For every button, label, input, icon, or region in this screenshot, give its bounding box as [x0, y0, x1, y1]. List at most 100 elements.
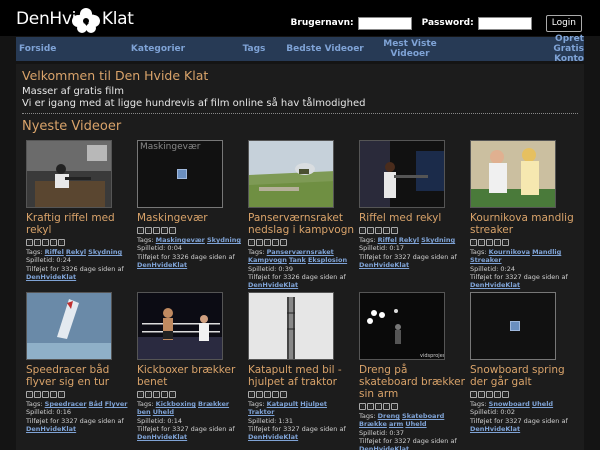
nav-item-tags[interactable]: Tags	[238, 44, 270, 54]
uploader-link[interactable]: DenHvideKlat	[470, 425, 576, 433]
star-icon[interactable]: ☆	[502, 239, 509, 246]
star-icon[interactable]: ☆	[248, 391, 255, 398]
star-icon[interactable]: ☆	[248, 239, 255, 246]
video-title-link[interactable]: Maskingevær	[137, 212, 247, 224]
tag-link[interactable]: Uheld	[532, 400, 553, 408]
tag-link[interactable]: Kickboxing	[156, 400, 196, 408]
tag-link[interactable]: Skydning	[88, 248, 122, 256]
star-icon[interactable]: ☆	[145, 227, 152, 234]
tag-link[interactable]: Maskingevær	[156, 236, 205, 244]
rating-stars[interactable]: ☆ ☆ ☆ ☆ ☆	[470, 239, 576, 247]
video-thumbnail[interactable]	[248, 140, 334, 208]
star-icon[interactable]: ☆	[50, 239, 57, 246]
tag-link[interactable]: Kournikova	[489, 248, 530, 256]
video-title-link[interactable]: Kraftig riffel med rekyl	[26, 212, 136, 236]
nav-item-forside[interactable]: Forside	[16, 44, 78, 54]
video-title-link[interactable]: Speedracer båd flyver sig en tur	[26, 364, 136, 388]
video-title-link[interactable]: Dreng på skateboard brækker sin arm	[359, 364, 469, 400]
star-icon[interactable]: ☆	[264, 239, 271, 246]
rating-stars[interactable]: ☆ ☆ ☆ ☆ ☆	[26, 239, 132, 247]
star-icon[interactable]: ☆	[470, 391, 477, 398]
nav-item-kategorier[interactable]: Kategorier	[78, 44, 238, 54]
star-icon[interactable]: ☆	[280, 239, 287, 246]
uploader-link[interactable]: DenHvideKlat	[359, 261, 465, 269]
tag-link[interactable]: Eksplosion	[308, 256, 347, 264]
video-thumbnail[interactable]	[359, 140, 445, 208]
star-icon[interactable]: ☆	[494, 239, 501, 246]
star-icon[interactable]: ☆	[478, 239, 485, 246]
star-icon[interactable]: ☆	[264, 391, 271, 398]
star-icon[interactable]: ☆	[367, 227, 374, 234]
rating-stars[interactable]: ☆ ☆ ☆ ☆ ☆	[248, 239, 354, 247]
star-icon[interactable]: ☆	[145, 391, 152, 398]
star-icon[interactable]: ☆	[367, 403, 374, 410]
star-icon[interactable]: ☆	[391, 227, 398, 234]
tag-link[interactable]: Kampvogn	[248, 256, 287, 264]
star-icon[interactable]: ☆	[494, 391, 501, 398]
star-icon[interactable]: ☆	[169, 391, 176, 398]
star-icon[interactable]: ☆	[161, 227, 168, 234]
video-title-link[interactable]: Riffel med rekyl	[359, 212, 469, 224]
star-icon[interactable]: ☆	[58, 239, 65, 246]
video-thumbnail[interactable]	[137, 292, 223, 360]
star-icon[interactable]: ☆	[502, 391, 509, 398]
nav-item-opret-gratis-konto[interactable]: Opret Gratis Konto	[440, 34, 584, 64]
rating-stars[interactable]: ☆ ☆ ☆ ☆ ☆	[137, 391, 243, 399]
tag-link[interactable]: Snowboard	[489, 400, 530, 408]
tag-link[interactable]: Flyver	[105, 400, 128, 408]
star-icon[interactable]: ☆	[375, 403, 382, 410]
tag-link[interactable]: Katapult	[267, 400, 299, 408]
tag-link[interactable]: Rekyl	[399, 236, 419, 244]
star-icon[interactable]: ☆	[478, 391, 485, 398]
rating-stars[interactable]: ☆ ☆ ☆ ☆ ☆	[470, 391, 576, 399]
uploader-link[interactable]: DenHvideKlat	[26, 273, 132, 281]
password-input[interactable]	[477, 16, 532, 30]
star-icon[interactable]: ☆	[280, 391, 287, 398]
login-button[interactable]: Login	[545, 14, 582, 32]
tag-link[interactable]: Dreng	[378, 412, 400, 420]
star-icon[interactable]: ☆	[486, 391, 493, 398]
rating-stars[interactable]: ☆ ☆ ☆ ☆ ☆	[26, 391, 132, 399]
star-icon[interactable]: ☆	[383, 227, 390, 234]
star-icon[interactable]: ☆	[137, 391, 144, 398]
tag-link[interactable]: Uheld	[405, 420, 426, 428]
tag-link[interactable]: Båd	[89, 400, 103, 408]
uploader-link[interactable]: DenHvideKlat	[248, 433, 354, 441]
star-icon[interactable]: ☆	[26, 391, 33, 398]
nav-item-bedste-videoer[interactable]: Bedste Videoer	[270, 44, 380, 54]
uploader-link[interactable]: DenHvideKlat	[359, 445, 465, 450]
star-icon[interactable]: ☆	[58, 391, 65, 398]
star-icon[interactable]: ☆	[272, 239, 279, 246]
tag-link[interactable]: Hjulpet	[300, 400, 327, 408]
video-thumbnail[interactable]	[470, 292, 556, 360]
rating-stars[interactable]: ☆ ☆ ☆ ☆ ☆	[359, 227, 465, 235]
star-icon[interactable]: ☆	[42, 391, 49, 398]
tag-link[interactable]: Tank	[289, 256, 306, 264]
star-icon[interactable]: ☆	[26, 239, 33, 246]
star-icon[interactable]: ☆	[34, 239, 41, 246]
star-icon[interactable]: ☆	[34, 391, 41, 398]
tag-link[interactable]: Skydning	[421, 236, 455, 244]
uploader-link[interactable]: DenHvideKlat	[137, 433, 243, 441]
rating-stars[interactable]: ☆ ☆ ☆ ☆ ☆	[359, 403, 465, 411]
tag-link[interactable]: Speedracer	[45, 400, 87, 408]
uploader-link[interactable]: DenHvideKlat	[26, 425, 132, 433]
video-title-link[interactable]: Kournikova mandlig streaker	[470, 212, 580, 236]
tag-link[interactable]: Riffel	[45, 248, 64, 256]
video-title-link[interactable]: Katapult med bil - hjulpet af traktor	[248, 364, 358, 388]
star-icon[interactable]: ☆	[486, 239, 493, 246]
star-icon[interactable]: ☆	[359, 227, 366, 234]
video-thumbnail[interactable]	[470, 140, 556, 208]
star-icon[interactable]: ☆	[375, 227, 382, 234]
video-thumbnail[interactable]: vidsproject.com	[359, 292, 445, 360]
star-icon[interactable]: ☆	[169, 227, 176, 234]
tag-link[interactable]: Skydning	[207, 236, 241, 244]
star-icon[interactable]: ☆	[137, 227, 144, 234]
tag-link[interactable]: Brækker	[198, 400, 229, 408]
username-input[interactable]	[357, 16, 412, 30]
star-icon[interactable]: ☆	[153, 227, 160, 234]
video-title-link[interactable]: Snowboard spring der går galt	[470, 364, 580, 388]
tag-link[interactable]: Skateboard	[402, 412, 444, 420]
video-thumbnail[interactable]	[248, 292, 334, 360]
tag-link[interactable]: Mandlig	[532, 248, 561, 256]
